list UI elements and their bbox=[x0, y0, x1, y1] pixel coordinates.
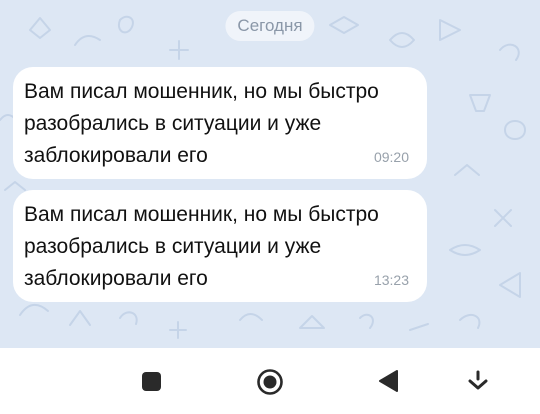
message-bubble[interactable]: Вам писал мошенник, но мы быстро разобра… bbox=[13, 190, 427, 302]
keyboard-hide-icon bbox=[468, 370, 488, 390]
recents-button[interactable] bbox=[138, 368, 164, 394]
keyboard-hide-button[interactable] bbox=[465, 368, 491, 394]
message-timestamp: 09:20 bbox=[373, 149, 409, 165]
back-triangle-icon bbox=[379, 370, 398, 392]
message-timestamp: 13:23 bbox=[373, 272, 409, 288]
message-text: Вам писал мошенник, но мы быстро разобра… bbox=[24, 80, 379, 167]
message-bubble[interactable]: Вам писал мошенник, но мы быстро разобра… bbox=[13, 67, 427, 179]
recents-square-icon bbox=[141, 371, 161, 391]
date-separator: Сегодня bbox=[225, 11, 315, 41]
system-navigation-bar bbox=[0, 348, 540, 414]
home-circle-icon bbox=[257, 369, 283, 395]
chat-area[interactable]: Сегодня Вам писал мошенник, но мы быстро… bbox=[0, 0, 540, 348]
message-text: Вам писал мошенник, но мы быстро разобра… bbox=[24, 203, 379, 290]
home-button[interactable] bbox=[255, 367, 285, 397]
back-button[interactable] bbox=[375, 368, 401, 394]
